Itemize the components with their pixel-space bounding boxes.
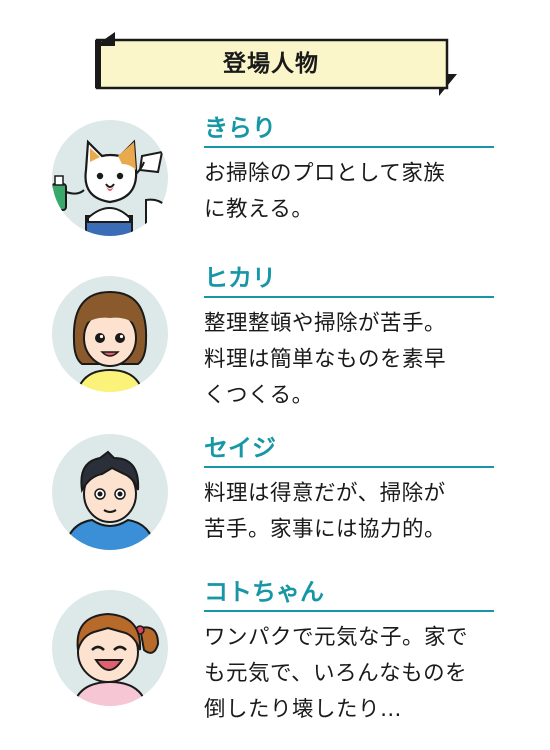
character-name: セイジ xyxy=(204,432,494,468)
character-info: きらり お掃除のプロとして家族 に教える。 xyxy=(204,112,494,228)
page-title: 登場人物 xyxy=(223,51,319,77)
character-description: 整理整頓や掃除が苦手。 料理は簡単なものを素早 くつくる。 xyxy=(204,311,447,408)
character-name: コトちゃん xyxy=(204,576,494,612)
cat-with-spray-bottle-icon xyxy=(50,118,170,238)
character-name: きらり xyxy=(204,112,494,148)
character-description: お掃除のプロとして家族 に教える。 xyxy=(204,161,446,222)
character-description: 料理は得意だが、掃除が 苦手。家事には協力的。 xyxy=(204,481,447,542)
character-info: セイジ 料理は得意だが、掃除が 苦手。家事には協力的。 xyxy=(204,432,494,548)
character-info: ヒカリ 整理整頓や掃除が苦手。 料理は簡単なものを素早 くつくる。 xyxy=(204,262,494,414)
character-name: ヒカリ xyxy=(204,262,494,298)
man-in-blue-hoodie-icon xyxy=(50,432,170,552)
character-description: ワンパクで元気な子。家で も元気で、いろんなものを 倒したり壊したり… xyxy=(204,625,469,722)
header-banner: 登場人物 xyxy=(95,32,457,96)
character-info: コトちゃん ワンパクで元気な子。家で も元気で、いろんなものを 倒したり壊したり… xyxy=(204,576,494,728)
woman-with-bob-hair-icon xyxy=(50,274,170,394)
laughing-girl-with-ponytail-icon xyxy=(50,588,170,708)
